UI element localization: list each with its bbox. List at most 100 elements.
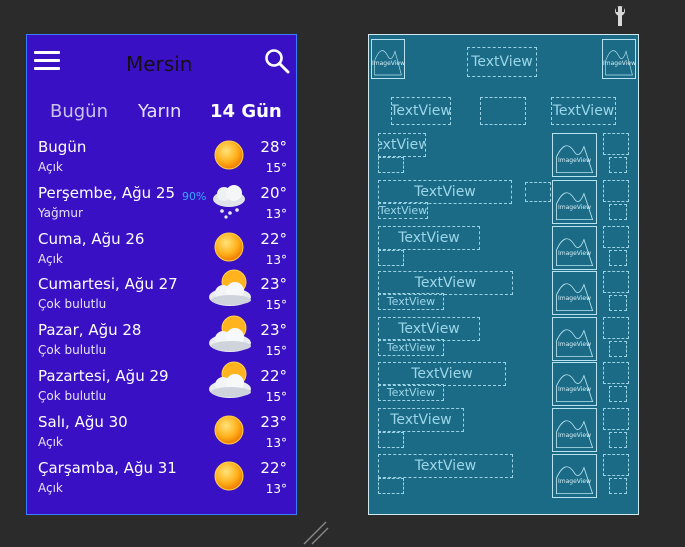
high-temp: 23°: [260, 275, 287, 294]
forecast-row[interactable]: Çarşamba, Ağu 31 Açık 22° 13°: [27, 459, 298, 505]
blueprint-view: [609, 478, 627, 494]
day-name: Bugün: [38, 138, 87, 156]
blueprint-view: [603, 226, 629, 248]
imageview-label: ImageView: [557, 157, 592, 165]
blueprint-panel: ImageView TextView ImageView TextView TextVi…: [368, 34, 639, 515]
blueprint-imageview: ImageView: [552, 317, 597, 361]
hamburger-menu-icon[interactable]: [34, 51, 60, 70]
day-condition: Açık: [38, 480, 63, 495]
high-temp: 22°: [260, 367, 287, 385]
imageview-label: ImageView: [372, 60, 406, 68]
day-condition: Çok bulutlu: [38, 297, 107, 312]
blueprint-textview: TextView: [378, 317, 480, 341]
day-name: Çarşamba, Ağu 31: [38, 458, 177, 477]
forecast-row[interactable]: Pazartesi, Ağu 29 Çok bulutlu 22° 15°: [27, 361, 298, 413]
blueprint-textview: TextView: [378, 180, 512, 204]
tab-tomorrow[interactable]: Yarın: [138, 101, 181, 122]
blueprint-view: [378, 250, 404, 266]
sun-cloud-icon: [207, 267, 255, 309]
day-condition: Açık: [38, 160, 63, 174]
high-temp: 20°: [260, 183, 287, 202]
sun-cloud-icon: [207, 313, 255, 355]
tab-today[interactable]: Bugün: [50, 101, 108, 122]
low-temp: 13°: [265, 206, 287, 221]
city-title: Mersin: [126, 52, 193, 76]
sun-icon: [205, 225, 253, 267]
blueprint-view: [603, 317, 629, 339]
blueprint-textview: TextView: [378, 202, 428, 219]
pin-tool-icon[interactable]: [612, 5, 628, 27]
imageview-label: ImageView: [557, 250, 592, 258]
forecast-row[interactable]: Cumartesi, Ağu 27 Çok bulutlu 23° 15°: [27, 269, 298, 321]
day-name: Pazar, Ağu 28: [38, 321, 142, 340]
blueprint-view: [609, 157, 627, 173]
blueprint-view: [603, 362, 629, 384]
imageview-label: ImageView: [557, 432, 592, 440]
sun-icon: [205, 408, 253, 450]
low-temp: 15°: [265, 344, 287, 359]
blueprint-view: [609, 341, 627, 357]
day-condition: Çok bulutlu: [38, 343, 107, 358]
search-icon[interactable]: [264, 48, 290, 74]
blueprint-view: [603, 180, 629, 202]
blueprint-textview: TextView: [467, 47, 537, 77]
low-temp: 13°: [265, 252, 287, 267]
blueprint-view: [378, 432, 404, 448]
blueprint-textview: extView: [378, 133, 426, 157]
forecast-row[interactable]: Salı, Ağu 30 Açık 23° 13°: [27, 413, 298, 459]
low-temp: 15°: [265, 298, 287, 313]
blueprint-imageview: ImageView: [552, 180, 597, 224]
blueprint-view: [480, 97, 526, 125]
blueprint-textview: TextView: [378, 339, 444, 356]
imageview-label: ImageView: [603, 60, 637, 68]
high-temp: 28°: [260, 138, 287, 156]
day-name: Salı, Ağu 30: [38, 412, 128, 431]
imageview-label: ImageView: [557, 386, 592, 394]
imageview-label: ImageView: [557, 204, 592, 212]
imageview-label: ImageView: [557, 341, 592, 349]
blueprint-imageview: ImageView: [552, 408, 597, 452]
blueprint-textview: TextView: [391, 97, 451, 125]
day-name: Pazartesi, Ağu 29: [38, 367, 169, 385]
forecast-row[interactable]: Cuma, Ağu 26 Açık 22° 13°: [27, 230, 298, 276]
blueprint-view: [609, 432, 627, 448]
blueprint-view: [609, 204, 627, 220]
sun-icon: [205, 454, 253, 496]
blueprint-view: [609, 295, 627, 311]
blueprint-imageview: ImageView: [371, 39, 405, 79]
blueprint-view: [378, 478, 404, 494]
blueprint-textview: TextView: [551, 97, 616, 125]
precip-chance: 90%: [182, 189, 207, 203]
low-temp: 13°: [265, 481, 287, 496]
tab-14-days[interactable]: 14 Gün: [210, 101, 282, 122]
blueprint-view: [525, 182, 551, 202]
design-preview-panel: Mersin Bugün Yarın 14 Gün Bugün Açık 28° 15…: [26, 34, 297, 515]
resize-handle-icon[interactable]: [302, 518, 330, 546]
day-condition: Açık: [38, 251, 63, 266]
day-condition: Açık: [38, 434, 63, 449]
sun-icon: [205, 133, 253, 175]
day-name: Cumartesi, Ağu 27: [38, 275, 178, 294]
blueprint-view: [603, 408, 629, 430]
blueprint-imageview: ImageView: [602, 39, 636, 79]
blueprint-view: [378, 157, 404, 173]
blueprint-imageview: ImageView: [552, 454, 597, 498]
low-temp: 15°: [265, 161, 287, 175]
blueprint-textview: TextView: [378, 384, 444, 401]
blueprint-textview: TextView: [378, 293, 444, 310]
high-temp: 23°: [260, 321, 287, 340]
snow-cloud-icon: [205, 179, 253, 221]
forecast-row[interactable]: Perşembe, Ağu 25 Yağmur 20° 13° 90%: [27, 184, 298, 230]
low-temp: 15°: [265, 390, 287, 404]
day-name: Cuma, Ağu 26: [38, 229, 145, 248]
blueprint-imageview: ImageView: [552, 271, 597, 315]
blueprint-view: [603, 133, 629, 155]
high-temp: 23°: [260, 412, 287, 431]
blueprint-textview: TextView: [378, 454, 513, 478]
forecast-row[interactable]: Bugün Açık 28° 15°: [27, 138, 298, 184]
forecast-row[interactable]: Pazar, Ağu 28 Çok bulutlu 23° 15°: [27, 315, 298, 367]
blueprint-imageview: ImageView: [552, 133, 597, 177]
blueprint-view: [609, 386, 627, 402]
imageview-label: ImageView: [557, 295, 592, 303]
blueprint-view: [609, 250, 627, 266]
